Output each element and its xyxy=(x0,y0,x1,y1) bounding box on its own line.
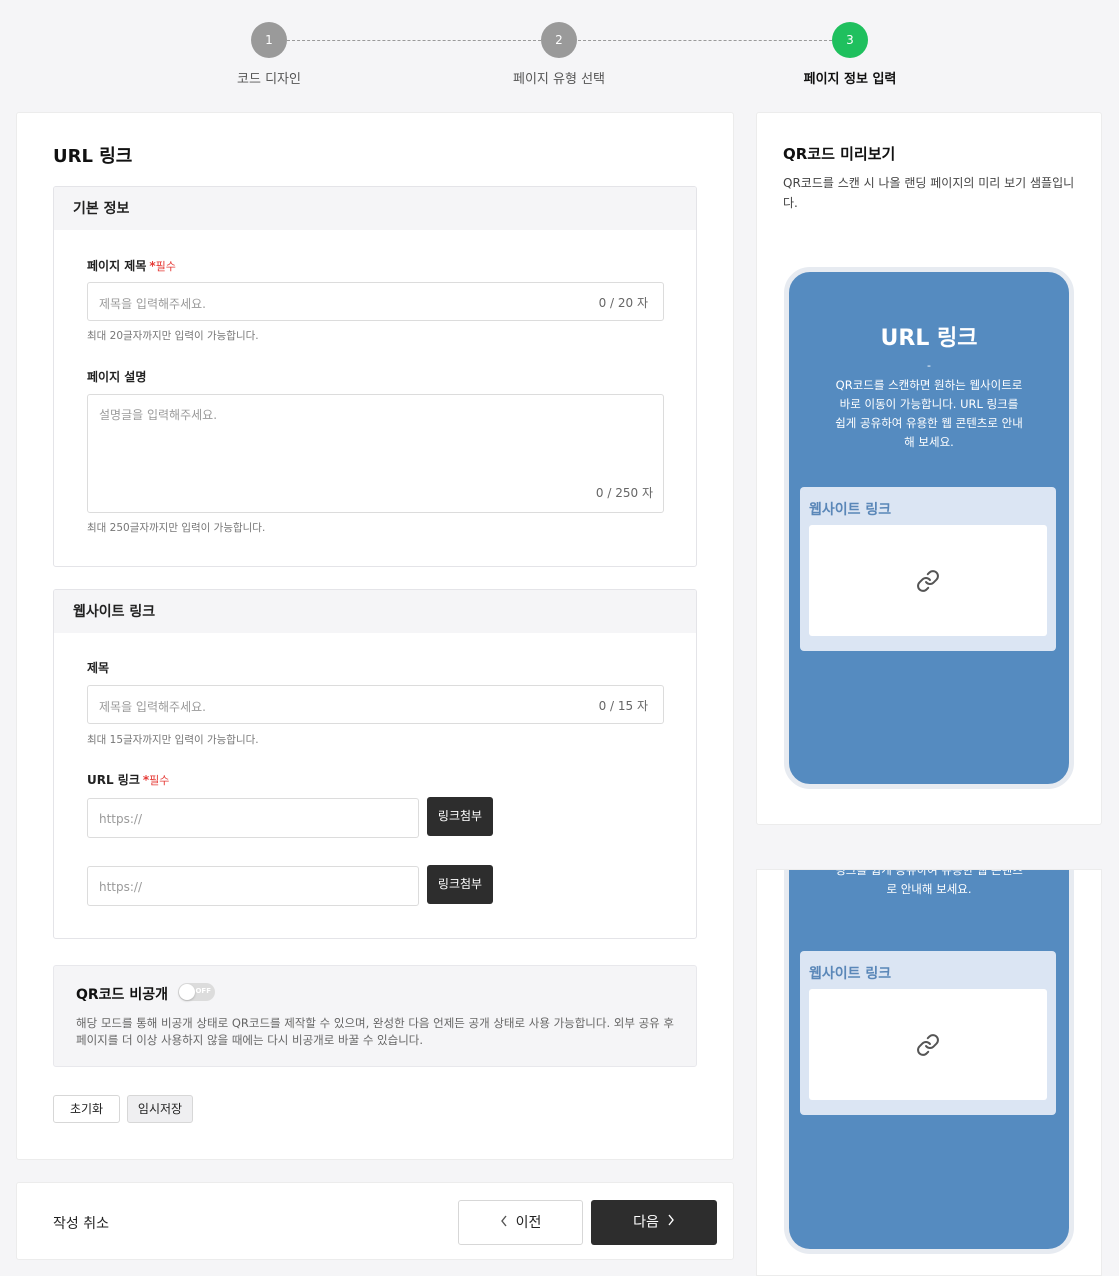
website-link-section: 웹사이트 링크 제목 제목을 입력해주세요. 0 / 15 자 최대 15글자까… xyxy=(53,589,697,939)
page-description-label: 페이지 설명 xyxy=(87,370,147,384)
input-placeholder: https:// xyxy=(99,880,143,894)
phone-mockup: URL 링크 - QR코드를 스캔하면 원하는 웹사이트로 바로 이동이 가능합… xyxy=(784,267,1074,789)
step-label: 코드 디자인 xyxy=(237,72,301,87)
landing-divider: - xyxy=(927,359,931,372)
link-title-input[interactable]: 제목을 입력해주세요. 0 / 15 자 xyxy=(87,685,664,724)
website-link-card: 웹사이트 링크 xyxy=(800,487,1056,651)
progress-stepper: 1 코드 디자인 2 페이지 유형 선택 3 페이지 정보 입력 xyxy=(0,0,1119,112)
attach-link-button[interactable]: 링크첨부 xyxy=(427,797,493,836)
next-label: 다음 xyxy=(633,1214,659,1231)
chain-link-icon xyxy=(916,569,940,597)
link-card-title: 웹사이트 링크 xyxy=(809,502,892,518)
preview-title: QR코드 미리보기 xyxy=(783,145,896,163)
basic-info-section: 기본 정보 페이지 제목 *필수 제목을 입력해주세요. 0 / 20 자 최대 … xyxy=(53,186,697,567)
url-link-label: URL 링크 *필수 xyxy=(87,771,169,788)
step-number: 1 xyxy=(251,22,287,58)
section-header: 기본 정보 xyxy=(54,187,696,230)
help-text: 최대 250글자까지만 입력이 가능합니다. xyxy=(87,522,266,534)
link-card-title: 웹사이트 링크 xyxy=(809,966,892,982)
temp-save-button[interactable]: 임시저장 xyxy=(127,1095,193,1123)
bottom-action-bar: 작성 취소 이전 다음 xyxy=(16,1182,734,1260)
chain-link-icon xyxy=(916,1033,940,1061)
help-text: 최대 15글자까지만 입력이 가능합니다. xyxy=(87,734,259,746)
qr-preview-panel: QR코드 미리보기 QR코드를 스캔 시 나올 랜딩 페이지의 미리 보기 샘플… xyxy=(756,112,1102,825)
landing-description: QR코드를 스캔하면 원하는 웹사이트로 바로 이동이 가능합니다. URL 링… xyxy=(835,378,1023,449)
next-button[interactable]: 다음 xyxy=(591,1200,717,1245)
toggle-knob xyxy=(179,984,195,1000)
prev-button[interactable]: 이전 xyxy=(458,1200,583,1245)
input-placeholder: 제목을 입력해주세요. xyxy=(99,700,206,714)
input-placeholder: https:// xyxy=(99,812,143,826)
cancel-button[interactable]: 작성 취소 xyxy=(53,1213,109,1233)
private-title: QR코드 비공개 xyxy=(76,987,168,1003)
attach-link-button-secondary[interactable]: 링크첨부 xyxy=(427,865,493,904)
url-input-secondary[interactable]: https:// xyxy=(87,866,419,906)
required-text: 필수 xyxy=(155,260,176,273)
page-title-input[interactable]: 제목을 입력해주세요. 0 / 20 자 xyxy=(87,282,664,321)
landing-title: URL 링크 xyxy=(880,326,978,351)
step-label: 페이지 유형 선택 xyxy=(513,72,605,87)
label-text: 페이지 제목 xyxy=(87,259,147,273)
link-card-body xyxy=(809,989,1047,1100)
qr-preview-panel-scrolled: 링크를 쉽게 공유하여 유용한 웹 콘텐츠로 안내해 보세요. 웹사이트 링크 xyxy=(756,869,1102,1276)
website-link-card: 웹사이트 링크 xyxy=(800,951,1056,1115)
toggle-state: OFF xyxy=(195,987,211,995)
step-label: 페이지 정보 입력 xyxy=(803,72,897,87)
phone-mockup-scrolled: 링크를 쉽게 공유하여 유용한 웹 콘텐츠로 안내해 보세요. 웹사이트 링크 xyxy=(784,869,1074,1254)
step-number: 3 xyxy=(832,22,868,58)
char-counter: 0 / 20 자 xyxy=(598,296,648,310)
page-info-form: URL 링크 기본 정보 페이지 제목 *필수 제목을 입력해주세요. 0 / 2… xyxy=(16,112,734,1160)
help-text: 최대 20글자까지만 입력이 가능합니다. xyxy=(87,330,259,342)
page-title-label: 페이지 제목 *필수 xyxy=(87,257,176,274)
private-mode-box: QR코드 비공개 OFF 해당 모드를 통해 비공개 상태로 QR코드를 제작할… xyxy=(53,965,697,1067)
reset-button[interactable]: 초기화 xyxy=(53,1095,120,1123)
private-description: 해당 모드를 통해 비공개 상태로 QR코드를 제작할 수 있으며, 완성한 다… xyxy=(76,1016,674,1047)
step-number: 2 xyxy=(541,22,577,58)
page-description-textarea[interactable]: 설명글을 입력해주세요. 0 / 250 자 xyxy=(87,394,664,513)
textarea-placeholder: 설명글을 입력해주세요. xyxy=(99,408,218,422)
chevron-right-icon xyxy=(667,1200,675,1245)
label-text: URL 링크 xyxy=(87,773,140,787)
section-header: 웹사이트 링크 xyxy=(54,590,696,633)
page-title: URL 링크 xyxy=(53,146,133,167)
chevron-left-icon xyxy=(500,1201,508,1245)
char-counter: 0 / 250 자 xyxy=(595,486,653,500)
char-counter: 0 / 15 자 xyxy=(598,699,648,713)
private-toggle[interactable]: OFF xyxy=(178,983,215,1001)
input-placeholder: 제목을 입력해주세요. xyxy=(99,297,206,311)
step-3: 3 페이지 정보 입력 xyxy=(770,22,930,87)
url-input[interactable]: https:// xyxy=(87,798,419,838)
step-1: 1 코드 디자인 xyxy=(189,22,349,87)
landing-description-tail: 링크를 쉽게 공유하여 유용한 웹 콘텐츠로 안내해 보세요. xyxy=(835,869,1023,896)
step-2: 2 페이지 유형 선택 xyxy=(479,22,639,87)
prev-label: 이전 xyxy=(515,1215,542,1231)
link-title-label: 제목 xyxy=(87,661,110,675)
link-card-body xyxy=(809,525,1047,636)
preview-description: QR코드를 스캔 시 나올 랜딩 페이지의 미리 보기 샘플입니다. xyxy=(783,176,1075,210)
required-text: 필수 xyxy=(149,774,170,787)
